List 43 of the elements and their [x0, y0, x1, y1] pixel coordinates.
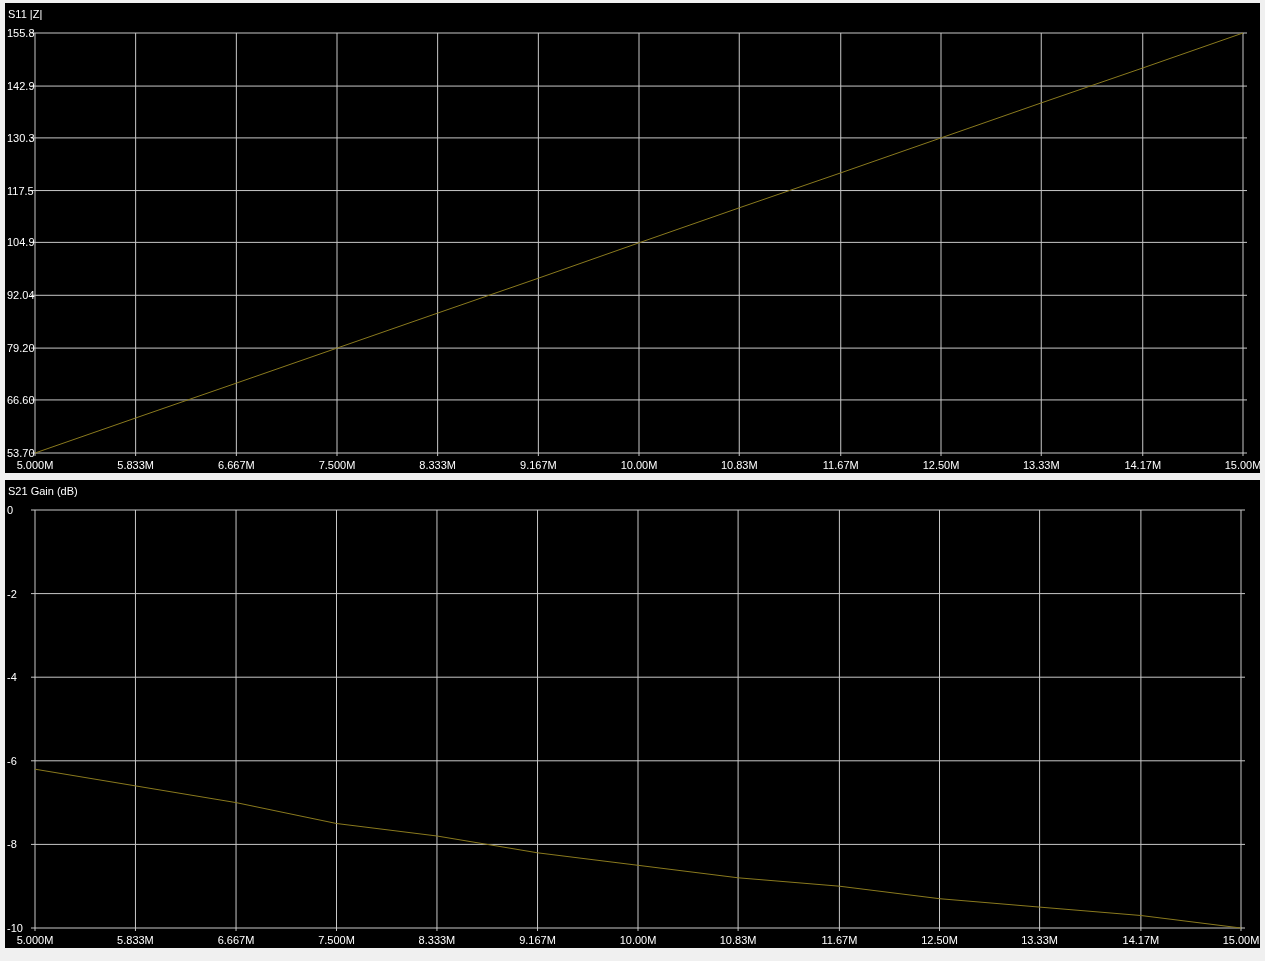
x-tick-label: 5.833M: [117, 459, 154, 471]
y-tick-label: 130.3: [7, 131, 35, 144]
x-tick-label: 15.00M: [1224, 459, 1260, 471]
x-tick-label: 8.333M: [419, 459, 456, 471]
y-tick-label: 92.04: [7, 289, 35, 302]
x-tick-label: 5.000M: [16, 459, 54, 471]
y-tick-label: 0: [7, 504, 14, 516]
x-tick-label: 12.50M: [922, 459, 960, 471]
y-tick-label: -8: [7, 838, 17, 851]
x-tick-label: 6.667M: [218, 459, 255, 471]
x-tick-label: 10.00M: [619, 934, 657, 946]
x-tick-label: 12.50M: [921, 934, 958, 946]
x-tick-label: 5.000M: [16, 934, 54, 946]
y-tick-label: -6: [7, 754, 17, 767]
y-tick-label: -2: [7, 587, 17, 600]
y-tick-label: 142.9: [7, 80, 35, 93]
chart-title: S11 |Z|: [8, 8, 43, 20]
x-tick-label: 9.167M: [519, 934, 556, 946]
y-tick-label: 79.20: [7, 342, 35, 355]
x-tick-label: 14.17M: [1122, 934, 1160, 946]
x-tick-label: 5.833M: [117, 934, 154, 946]
y-tick-label: 66.60: [7, 393, 35, 406]
chart-title: S21 Gain (dB): [8, 485, 78, 497]
x-tick-label: 10.83M: [719, 934, 757, 946]
x-tick-label: 11.67M: [822, 459, 859, 471]
y-tick-label: 155.8: [7, 27, 35, 39]
x-tick-label: 10.83M: [720, 459, 758, 471]
y-tick-label: 104.9: [7, 236, 35, 249]
x-tick-label: 15.00M: [1222, 934, 1260, 946]
x-tick-label: 13.33M: [1021, 934, 1058, 946]
x-tick-label: 11.67M: [821, 934, 858, 946]
y-tick-label: 53.70: [7, 447, 35, 459]
y-tick-label: -10: [7, 922, 23, 934]
x-tick-label: 13.33M: [1022, 459, 1060, 471]
x-tick-label: 7.500M: [318, 459, 356, 471]
x-tick-label: 6.667M: [217, 934, 255, 946]
x-tick-label: 10.00M: [620, 459, 658, 471]
x-tick-label: 9.167M: [520, 459, 557, 471]
x-tick-label: 7.500M: [318, 934, 355, 946]
y-tick-label: 117.5: [7, 184, 34, 197]
x-tick-label: 8.333M: [418, 934, 456, 946]
x-tick-label: 14.17M: [1124, 459, 1162, 471]
y-tick-label: -4: [7, 671, 17, 684]
